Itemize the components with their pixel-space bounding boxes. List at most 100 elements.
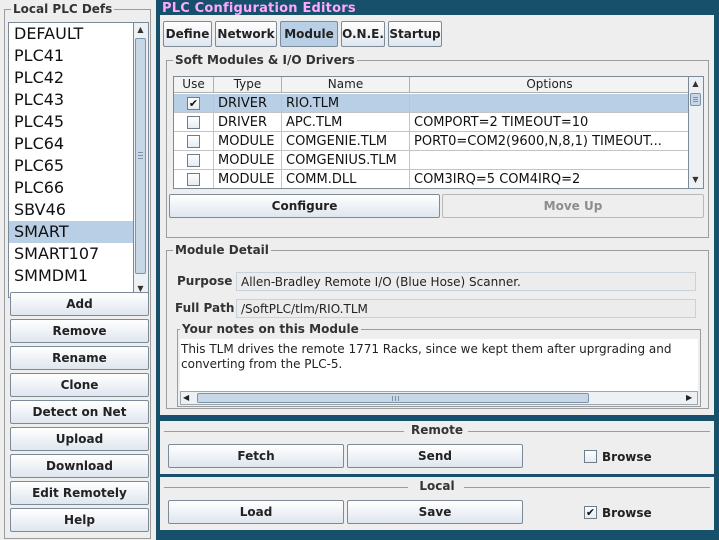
row-type: DRIVER (214, 94, 282, 113)
remote-title: Remote (410, 423, 463, 437)
local-panel: Local Load Save ✔ Browse (160, 477, 714, 530)
plc-list[interactable]: DEFAULT PLC41 PLC42 PLC43 PLC45 PLC64 PL… (8, 22, 134, 298)
plc-list-item[interactable]: PLC43 (9, 89, 133, 111)
plc-list-item[interactable]: PLC66 (9, 177, 133, 199)
soft-modules-group: Soft Modules & I/O Drivers Use Type Name… (166, 53, 709, 238)
plc-list-item[interactable]: SMMDM1 (9, 265, 133, 287)
scroll-up-arrow-icon[interactable]: ▲ (689, 77, 702, 91)
purpose-label: Purpose (177, 274, 233, 288)
local-browse-label[interactable]: Browse (602, 506, 652, 520)
module-detail-group: Module Detail Purpose Allen-Bradley Remo… (166, 243, 709, 409)
scroll-down-arrow-icon[interactable]: ▼ (689, 173, 702, 187)
tab-module[interactable]: Module (280, 21, 338, 47)
column-header-use[interactable]: Use (174, 77, 214, 93)
use-checkbox[interactable] (187, 135, 200, 148)
row-options (410, 94, 688, 113)
scroll-right-arrow-icon[interactable]: ▶ (686, 392, 692, 404)
tab-startup[interactable]: Startup (388, 21, 442, 47)
remove-button[interactable]: Remove (10, 319, 149, 343)
row-type: MODULE (214, 151, 282, 170)
plc-list-item[interactable]: SMART107 (9, 243, 133, 265)
clone-button[interactable]: Clone (10, 373, 149, 397)
plc-list-item[interactable]: PLC45 (9, 111, 133, 133)
move-up-button[interactable]: Move Up (442, 194, 704, 218)
use-checkbox[interactable] (187, 116, 200, 129)
column-header-options[interactable]: Options (410, 77, 688, 93)
module-detail-title: Module Detail (173, 243, 271, 257)
table-row[interactable]: MODULE COMGENIE.TLM PORT0=COM2(9600,N,8,… (174, 132, 688, 151)
notes-line: This TLM drives the remote 1771 Racks, s… (181, 342, 672, 356)
tab-one[interactable]: O.N.E. (341, 21, 385, 47)
tab-define[interactable]: Define (163, 21, 212, 47)
row-options: PORT0=COM2(9600,N,8,1) TIMEOUT... (410, 132, 688, 151)
row-name: RIO.TLM (282, 94, 410, 113)
soft-modules-table[interactable]: Use Type Name Options ✔ DRIVER RIO.TLM D… (173, 76, 689, 189)
notes-title: Your notes on this Module (180, 322, 361, 336)
fullpath-label: Full Path (175, 301, 235, 315)
use-checkbox-checked[interactable]: ✔ (187, 97, 200, 110)
detect-on-net-button[interactable]: Detect on Net (10, 400, 149, 424)
scroll-up-arrow-icon[interactable]: ▲ (134, 23, 147, 37)
row-type: MODULE (214, 132, 282, 151)
tab-network[interactable]: Network (215, 21, 277, 47)
soft-modules-scrollbar[interactable]: ▲ ▼ (689, 76, 704, 189)
local-title: Local (419, 479, 455, 493)
load-button[interactable]: Load (168, 500, 344, 524)
rename-button[interactable]: Rename (10, 346, 149, 370)
plc-list-item[interactable]: PLC42 (9, 67, 133, 89)
fullpath-value: /SoftPLC/tlm/RIO.TLM (236, 299, 696, 318)
right-panel: PLC Configuration Editors Define Network… (156, 0, 719, 540)
notes-textarea[interactable]: This TLM drives the remote 1771 Racks, s… (180, 339, 698, 391)
row-type: DRIVER (214, 113, 282, 132)
table-row[interactable]: MODULE COMM.DLL COM3IRQ=5 COM4IRQ=2 (174, 170, 688, 188)
plc-list-item[interactable]: PLC64 (9, 133, 133, 155)
use-checkbox[interactable] (187, 154, 200, 167)
edit-remotely-button[interactable]: Edit Remotely (10, 481, 149, 505)
add-button[interactable]: Add (10, 292, 149, 316)
table-row[interactable]: MODULE COMGENIUS.TLM (174, 151, 688, 170)
table-row-selected[interactable]: ✔ DRIVER RIO.TLM (174, 94, 688, 113)
row-type: MODULE (214, 170, 282, 188)
table-row[interactable]: DRIVER APC.TLM COMPORT=2 TIMEOUT=10 (174, 113, 688, 132)
save-button[interactable]: Save (347, 500, 523, 524)
plc-configuration-editors: Define Network Module O.N.E. Startup Sof… (160, 15, 714, 415)
remote-browse-label[interactable]: Browse (602, 450, 652, 464)
column-header-name[interactable]: Name (282, 77, 410, 93)
row-options: COM3IRQ=5 COM4IRQ=2 (410, 170, 688, 188)
row-name: COMGENIE.TLM (282, 132, 410, 151)
remote-panel: Remote Fetch Send Browse (160, 421, 714, 474)
local-plc-defs-title: Local PLC Defs (11, 2, 115, 16)
plc-list-item[interactable]: PLC65 (9, 155, 133, 177)
send-button[interactable]: Send (347, 444, 523, 468)
configure-button[interactable]: Configure (169, 194, 440, 218)
plc-list-item-selected[interactable]: SMART (9, 221, 133, 243)
row-name: COMM.DLL (282, 170, 410, 188)
plc-list-item[interactable]: SBV46 (9, 199, 133, 221)
scroll-thumb[interactable] (690, 93, 701, 106)
left-panel: Local PLC Defs DEFAULT PLC41 PLC42 PLC43… (0, 0, 155, 540)
editors-title: PLC Configuration Editors (162, 1, 356, 16)
download-button[interactable]: Download (10, 454, 149, 478)
local-plc-defs-group: Local PLC Defs DEFAULT PLC41 PLC42 PLC43… (4, 2, 151, 539)
plc-list-item[interactable]: DEFAULT (9, 23, 133, 45)
row-name: APC.TLM (282, 113, 410, 132)
notes-group: Your notes on this Module This TLM drive… (177, 322, 701, 407)
row-options (410, 151, 688, 170)
column-header-type[interactable]: Type (214, 77, 282, 93)
plc-list-item[interactable]: PLC41 (9, 45, 133, 67)
remote-browse-checkbox[interactable] (584, 450, 597, 463)
use-checkbox[interactable] (187, 173, 200, 186)
plc-list-scrollbar[interactable]: ▲ ▼ (134, 22, 149, 298)
scroll-left-arrow-icon[interactable]: ◀ (183, 392, 189, 404)
local-browse-checkbox-checked[interactable]: ✔ (584, 506, 597, 519)
scroll-thumb[interactable] (135, 38, 146, 274)
fetch-button[interactable]: Fetch (168, 444, 344, 468)
help-button[interactable]: Help (10, 508, 149, 532)
notes-horizontal-scrollbar[interactable]: ◀ ▶ (180, 391, 698, 405)
row-name: COMGENIUS.TLM (282, 151, 410, 170)
row-options: COMPORT=2 TIMEOUT=10 (410, 113, 688, 132)
purpose-value: Allen-Bradley Remote I/O (Blue Hose) Sca… (236, 272, 696, 291)
upload-button[interactable]: Upload (10, 427, 149, 451)
scroll-thumb[interactable] (197, 393, 589, 403)
soft-modules-title: Soft Modules & I/O Drivers (173, 53, 357, 67)
